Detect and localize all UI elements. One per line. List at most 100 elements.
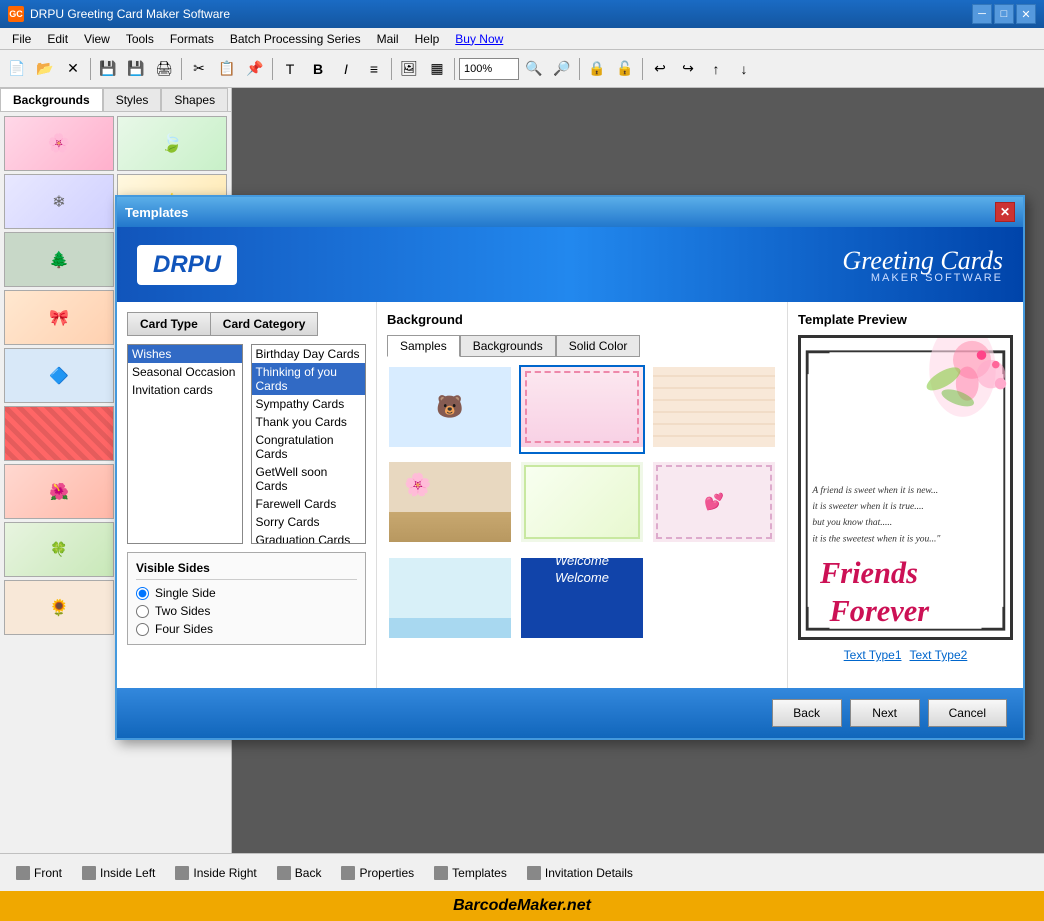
bg-item-8[interactable]: WelcomeWelcomeWelcome [519,556,645,645]
bg-tab-backgrounds[interactable]: Backgrounds [460,335,556,357]
tab-front[interactable]: Front [8,862,70,884]
text-type-2-link[interactable]: Text Type2 [910,648,968,662]
zoom-box [459,58,519,80]
cancel-button[interactable]: Cancel [928,699,1007,727]
zoom-input[interactable] [459,58,519,80]
bg-item-2[interactable] [519,365,645,454]
menu-batch[interactable]: Batch Processing Series [222,30,369,48]
image-button[interactable]: 🖼 [396,56,422,82]
radio-four[interactable]: Four Sides [136,622,357,636]
next-button[interactable]: Next [850,699,920,727]
maximize-button[interactable]: □ [994,4,1014,24]
menu-formats[interactable]: Formats [162,30,222,48]
tab-back[interactable]: Back [269,862,330,884]
redo-button[interactable]: ↪ [675,56,701,82]
category-graduation[interactable]: Graduation Cards [252,531,366,544]
align-button[interactable]: ≡ [361,56,387,82]
category-thinking[interactable]: Thinking of you Cards [252,363,366,395]
bg-tab-samples[interactable]: Samples [387,335,460,357]
category-getwell[interactable]: GetWell soon Cards [252,463,366,495]
print-button[interactable]: 🖨 [151,56,177,82]
tab-templates[interactable]: Templates [426,862,515,884]
bg-item-1[interactable] [387,365,513,454]
down-button[interactable]: ↓ [731,56,757,82]
background-grid: 🌸 💕 [387,365,777,645]
menu-buynow[interactable]: Buy Now [447,30,511,48]
save-as-button[interactable]: 💾 [123,56,149,82]
radio-two-input[interactable] [136,605,149,618]
menu-tools[interactable]: Tools [118,30,162,48]
radio-single[interactable]: Single Side [136,586,357,600]
dialog-titlebar: Templates ✕ [117,197,1023,227]
thumb-9[interactable]: 🔷 [4,348,114,403]
card-category-header[interactable]: Card Category [210,312,319,336]
zoom-out-button[interactable]: 🔎 [549,56,575,82]
back-button[interactable]: Back [772,699,842,727]
radio-single-input[interactable] [136,587,149,600]
new-button[interactable]: 📄 [4,56,30,82]
menu-file[interactable]: File [4,30,39,48]
tab-inside-right[interactable]: Inside Right [167,862,264,884]
bg-item-3[interactable] [651,365,777,454]
lock-button[interactable]: 🔒 [584,56,610,82]
close-button[interactable]: ✕ [1016,4,1036,24]
thumb-7[interactable]: 🎀 [4,290,114,345]
card-type-seasonal[interactable]: Seasonal Occasion [128,363,242,381]
lists-container: Wishes Seasonal Occasion Invitation card… [127,344,366,544]
zoom-in-button[interactable]: 🔍 [521,56,547,82]
copy-button[interactable]: 📋 [214,56,240,82]
dialog-close-button[interactable]: ✕ [995,202,1015,222]
card-category-list[interactable]: Birthday Day Cards Thinking of you Cards… [251,344,367,544]
undo-button[interactable]: ↩ [647,56,673,82]
category-sympathy[interactable]: Sympathy Cards [252,395,366,413]
category-congratulation[interactable]: Congratulation Cards [252,431,366,463]
tab-inside-left[interactable]: Inside Left [74,862,163,884]
menu-edit[interactable]: Edit [39,30,76,48]
thumb-3[interactable]: ❄ [4,174,114,229]
bg-item-6[interactable]: 💕 [651,460,777,549]
thumb-2[interactable]: 🍃 [117,116,227,171]
menu-mail[interactable]: Mail [369,30,407,48]
card-type-wishes[interactable]: Wishes [128,345,242,363]
text-button[interactable]: T [277,56,303,82]
italic-button[interactable]: I [333,56,359,82]
menu-view[interactable]: View [76,30,118,48]
close-doc-button[interactable]: ✕ [60,56,86,82]
tab-properties[interactable]: Properties [333,862,422,884]
paste-button[interactable]: 📌 [242,56,268,82]
bg-item-5[interactable] [519,460,645,549]
text-type-1-link[interactable]: Text Type1 [844,648,902,662]
thumb-5[interactable]: 🌲 [4,232,114,287]
unlock-button[interactable]: 🔓 [612,56,638,82]
menu-help[interactable]: Help [407,30,448,48]
cut-button[interactable]: ✂ [186,56,212,82]
tab-invitation-details[interactable]: Invitation Details [519,862,641,884]
category-farewell[interactable]: Farewell Cards [252,495,366,513]
bg-item-7[interactable] [387,556,513,645]
thumb-13[interactable]: 🌺 [4,464,114,519]
svg-text:A friend is sweet when it is n: A friend is sweet when it is new... [811,485,938,496]
minimize-button[interactable]: ─ [972,4,992,24]
barcode-button[interactable]: ▦ [424,56,450,82]
category-thankyou[interactable]: Thank you Cards [252,413,366,431]
category-birthday[interactable]: Birthday Day Cards [252,345,366,363]
card-type-list[interactable]: Wishes Seasonal Occasion Invitation card… [127,344,243,544]
thumb-11[interactable] [4,406,114,461]
thumb-15[interactable]: 🍀 [4,522,114,577]
save-button[interactable]: 💾 [95,56,121,82]
card-type-invitation[interactable]: Invitation cards [128,381,242,399]
card-type-header[interactable]: Card Type [127,312,210,336]
category-sorry[interactable]: Sorry Cards [252,513,366,531]
bg-tab-solidcolor[interactable]: Solid Color [556,335,641,357]
tab-styles[interactable]: Styles [103,88,162,111]
tab-backgrounds[interactable]: Backgrounds [0,88,103,111]
open-button[interactable]: 📂 [32,56,58,82]
tab-shapes[interactable]: Shapes [161,88,228,111]
up-button[interactable]: ↑ [703,56,729,82]
thumb-1[interactable]: 🌸 [4,116,114,171]
radio-four-input[interactable] [136,623,149,636]
bg-item-4[interactable]: 🌸 [387,460,513,549]
bold-button[interactable]: B [305,56,331,82]
radio-two[interactable]: Two Sides [136,604,357,618]
thumb-17[interactable]: 🌻 [4,580,114,635]
